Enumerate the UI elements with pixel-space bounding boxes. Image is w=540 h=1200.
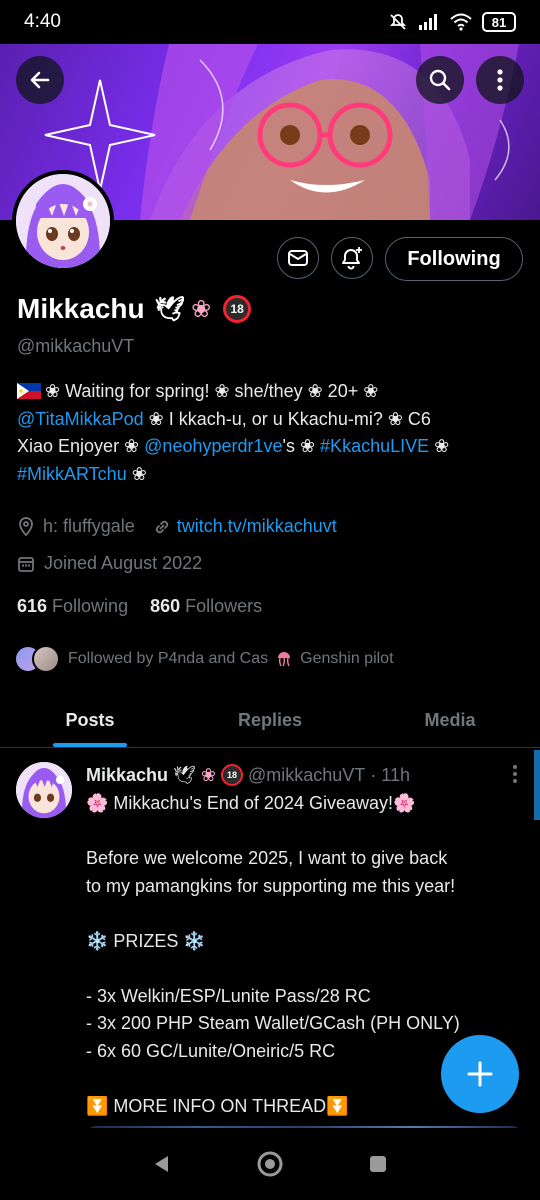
search-button[interactable] xyxy=(416,56,464,104)
tab-posts[interactable]: Posts xyxy=(0,694,180,747)
tweet-more-button[interactable] xyxy=(512,764,518,790)
bio-line-1: ❀ Waiting for spring! ❀ she/they ❀ 20+ ❀ xyxy=(17,378,527,406)
following-count: 616 xyxy=(17,596,48,616)
age-restriction-badge: 18 xyxy=(220,764,243,786)
location-pin-icon xyxy=(19,516,33,536)
cherry-blossom-emoji: ❀ xyxy=(191,295,212,323)
notifications-button[interactable] xyxy=(331,237,373,279)
status-bar: 4:40 81 xyxy=(0,0,540,44)
tweet-line xyxy=(86,900,526,928)
scrollbar[interactable] xyxy=(534,750,540,820)
following-button[interactable]: Following xyxy=(385,237,523,281)
tab-replies[interactable]: Replies xyxy=(180,694,360,747)
mute-icon xyxy=(389,14,407,30)
system-nav-bar xyxy=(0,1128,540,1200)
bio-hashtag-mikkartchu[interactable]: #MikkARTchu xyxy=(17,464,127,484)
calendar-icon xyxy=(18,556,34,572)
website-link[interactable]: twitch.tv/mikkachuvt xyxy=(177,516,337,537)
followers-count-link[interactable]: 860 Followers xyxy=(150,596,262,617)
followed-by-text: Followed by P4nda and Cas xyxy=(68,650,269,667)
profile-tabs: Posts Replies Media xyxy=(0,694,540,748)
bio-line-4: #MikkARTchu ❀ xyxy=(17,463,147,484)
tweet-line xyxy=(86,955,526,983)
dove-emoji: 🕊 xyxy=(154,295,186,323)
more-options-button[interactable] xyxy=(476,56,524,104)
link-icon xyxy=(155,520,168,533)
signal-icon xyxy=(419,14,437,30)
profile-meta-joined: Joined August 2022 xyxy=(17,553,202,574)
compose-button[interactable] xyxy=(441,1035,519,1113)
followers-count: 860 xyxy=(150,596,181,616)
tweet-line: ❄️ PRIZES ❄️ xyxy=(86,930,206,951)
tweet-line xyxy=(86,818,526,846)
bell-plus-icon xyxy=(342,247,362,270)
follower-avatar-2 xyxy=(32,645,60,673)
tweet-line: - 3x Welkin/ESP/Lunite Pass/28 RC xyxy=(86,985,371,1006)
bio-hashtag-kkachulive[interactable]: #KkachuLIVE xyxy=(320,436,429,456)
more-vertical-icon xyxy=(513,765,517,783)
status-time: 4:40 xyxy=(24,11,61,32)
nav-back-icon[interactable] xyxy=(151,1153,173,1175)
tweet-line: Before we welcome 2025, I want to give b… xyxy=(86,848,448,868)
followed-by-row[interactable]: Followed by P4nda and Cas Genshin pilot xyxy=(14,645,394,673)
display-name: Mikkachu 🕊 ❀ 18 xyxy=(17,293,252,325)
tweet-line: to my pamangkins for supporting me this … xyxy=(86,875,456,896)
more-vertical-icon xyxy=(497,69,503,91)
followed-by-avatars xyxy=(14,645,60,673)
bio-line-2: @TitaMikkaPod ❀ I kkach-u, or u Kkachu-m… xyxy=(17,408,431,429)
tweet-time: · 11h xyxy=(370,764,410,785)
message-button[interactable] xyxy=(277,237,319,279)
avatar xyxy=(16,174,110,268)
cherry-blossom-emoji: ❀ xyxy=(200,764,216,786)
search-icon xyxy=(429,69,451,91)
joined-text: Joined August 2022 xyxy=(44,553,203,573)
back-button[interactable] xyxy=(16,56,64,104)
bio-mention-neohyperdr1ve[interactable]: @neohyperdr1ve xyxy=(144,436,282,456)
profile-meta-location: h: fluffygale twitch.tv/mikkachuvt xyxy=(17,516,337,537)
bio-mention-titamikkapod[interactable]: @TitaMikkaPod xyxy=(17,409,144,429)
profile-bio: ❀ Waiting for spring! ❀ she/they ❀ 20+ ❀… xyxy=(17,378,527,488)
mail-icon xyxy=(288,250,308,266)
location-text: h: fluffygale xyxy=(43,516,135,536)
tweet-avatar[interactable] xyxy=(16,762,72,818)
battery-icon: 81 xyxy=(482,12,516,32)
display-name-text: Mikkachu xyxy=(17,293,145,324)
tweet-line: - 3x 200 PHP Steam Wallet/GCash (PH ONLY… xyxy=(86,1013,460,1033)
plus-icon xyxy=(467,1061,493,1087)
jellyfish-icon xyxy=(278,652,291,667)
wifi-icon xyxy=(450,13,472,31)
tweet-author-name[interactable]: Mikkachu xyxy=(86,765,168,786)
dove-emoji: 🕊 xyxy=(173,764,196,786)
tweet-author-handle: @mikkachuVT xyxy=(247,764,366,785)
profile-handle: @mikkachuVT xyxy=(17,336,135,356)
profile-avatar[interactable] xyxy=(12,170,114,272)
age-restriction-badge: 18 xyxy=(223,295,252,323)
nav-home-icon[interactable] xyxy=(256,1150,284,1178)
tweet-header: Mikkachu 🕊 ❀ 18 @mikkachuVT · 11h xyxy=(86,764,410,786)
follow-counts: 616 Following 860 Followers xyxy=(17,596,262,617)
bio-line-3: Xiao Enjoyer ❀ @neohyperdr1ve's ❀ #Kkach… xyxy=(17,436,450,456)
followed-by-tail: Genshin pilot xyxy=(300,650,394,667)
status-icons: 81 xyxy=(388,12,516,32)
tab-media[interactable]: Media xyxy=(360,694,540,747)
tweet-line: 🌸 Mikkachu's End of 2024 Giveaway!🌸 xyxy=(86,793,416,813)
nav-recents-icon[interactable] xyxy=(367,1153,389,1175)
philippines-flag-icon xyxy=(17,383,41,399)
following-count-link[interactable]: 616 Following xyxy=(17,596,128,617)
arrow-left-icon xyxy=(30,71,50,89)
